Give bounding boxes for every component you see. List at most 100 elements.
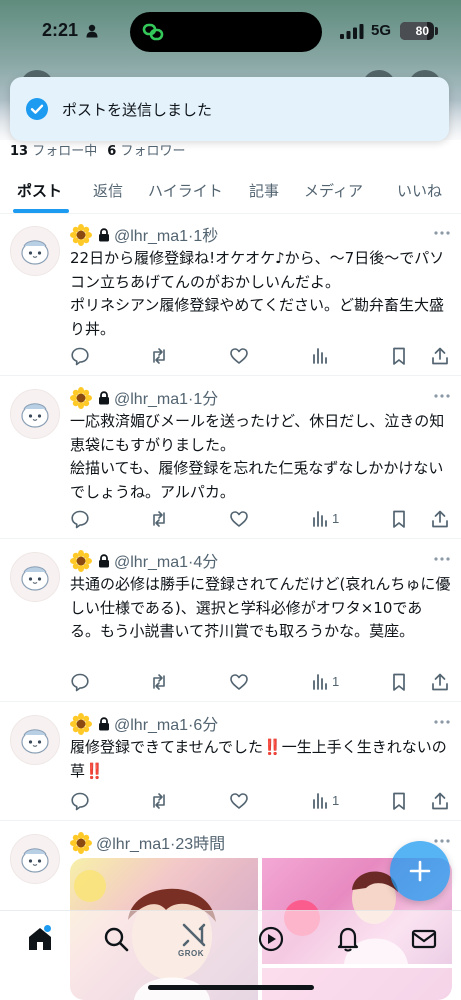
profile-tabs: ポスト 返信 ハイライト 記事 メディア いいね: [0, 170, 461, 214]
tab-posts[interactable]: ポスト: [17, 180, 62, 201]
following-count: 13: [10, 144, 29, 159]
post-time[interactable]: ·1分: [188, 391, 218, 408]
post-actions: 1: [70, 509, 455, 531]
sunflower-icon: [70, 387, 92, 409]
repost-icon[interactable]: [149, 509, 169, 529]
status-bar: 2:21 5G 80: [0, 0, 461, 62]
post-handle[interactable]: @lhr_ma1: [114, 554, 188, 571]
heart-icon[interactable]: [229, 672, 249, 692]
post-header: @lhr_ma1·6分: [70, 711, 218, 735]
dynamic-island: [130, 12, 322, 52]
post-time[interactable]: ·1秒: [188, 228, 218, 245]
post-handle[interactable]: @lhr_ma1: [114, 717, 188, 734]
heart-icon[interactable]: [229, 791, 249, 811]
more-icon[interactable]: [433, 719, 451, 725]
battery-tip: [435, 27, 438, 35]
post-handle[interactable]: @lhr_ma1: [96, 836, 170, 853]
followers-count: 6: [107, 144, 117, 159]
post-actions: [70, 346, 455, 368]
share-icon[interactable]: [430, 791, 450, 811]
post-text: 22日から履修登録ね!オケオケ♪から、〜7日後〜でパソコン立ちあげてんのがおかし…: [70, 249, 445, 338]
repost-icon[interactable]: [149, 346, 169, 366]
tab-media[interactable]: メディア: [304, 180, 363, 201]
reply-icon[interactable]: [70, 672, 90, 692]
share-icon[interactable]: [430, 509, 450, 529]
repost-icon[interactable]: [149, 672, 169, 692]
reply-icon[interactable]: [70, 509, 90, 529]
avatar[interactable]: [10, 389, 60, 439]
post-handle[interactable]: @lhr_ma1: [114, 228, 188, 245]
active-tab-indicator: [13, 209, 69, 213]
post-header: @lhr_ma1·1秒: [70, 222, 218, 246]
sunflower-icon: [70, 550, 92, 572]
sunflower-icon: [70, 832, 92, 854]
post-time[interactable]: ·4分: [188, 554, 218, 571]
bookmark-icon[interactable]: [389, 509, 409, 529]
heart-icon[interactable]: [229, 346, 249, 366]
lock-icon: [99, 391, 109, 405]
lock-icon: [99, 228, 109, 242]
avatar[interactable]: [10, 834, 60, 884]
post-time[interactable]: ·6分: [188, 717, 218, 734]
views-chart-icon[interactable]: [310, 509, 330, 529]
repost-icon[interactable]: [149, 791, 169, 811]
grok-icon[interactable]: [180, 921, 208, 949]
bell-icon[interactable]: [334, 925, 362, 953]
search-icon[interactable]: [102, 925, 130, 953]
more-icon[interactable]: [433, 838, 451, 844]
compose-button[interactable]: [390, 841, 450, 901]
battery-percent: 80: [415, 24, 429, 38]
bookmark-icon[interactable]: [389, 346, 409, 366]
tab-replies[interactable]: 返信: [93, 180, 123, 201]
more-icon[interactable]: [433, 393, 451, 399]
cellular-signal-icon: [340, 24, 364, 39]
views-chart-icon[interactable]: [310, 791, 330, 811]
post-handle[interactable]: @lhr_ma1: [114, 391, 188, 408]
network-type: 5G: [371, 22, 392, 39]
lock-icon: [99, 554, 109, 568]
heart-icon[interactable]: [229, 509, 249, 529]
views-count: 1: [332, 793, 340, 808]
views-chart-icon[interactable]: [310, 346, 330, 366]
views-count: 1: [332, 674, 340, 689]
reply-icon[interactable]: [70, 346, 90, 366]
avatar[interactable]: [10, 226, 60, 276]
bookmark-icon[interactable]: [389, 672, 409, 692]
post[interactable]: @lhr_ma1·1分一応救済媚びメールを送ったけど、休日だし、泣きの知恵袋にも…: [0, 377, 461, 539]
post-text: 履修登録できてませんでした‼️一生上手く生きれないの草‼️: [70, 738, 447, 780]
share-icon[interactable]: [430, 346, 450, 366]
reply-icon[interactable]: [70, 791, 90, 811]
battery-icon: 80: [400, 22, 434, 40]
post-actions: 1: [70, 791, 455, 813]
bookmark-icon[interactable]: [389, 791, 409, 811]
avatar-mascot-icon: [21, 729, 49, 754]
notification-dot: [44, 925, 51, 932]
avatar[interactable]: [10, 552, 60, 602]
followers-link[interactable]: 6 フォロワー: [107, 144, 185, 159]
post-header: @lhr_ma1·4分: [70, 548, 218, 572]
post[interactable]: @lhr_ma1·4分 共通の必修は勝手に登録されてんだけど(哀れんちゅに優しい仕…: [0, 540, 461, 702]
video-play-icon[interactable]: [257, 925, 285, 953]
more-icon[interactable]: [433, 556, 451, 562]
tab-highlights[interactable]: ハイライト: [148, 180, 223, 201]
views-chart-icon[interactable]: [310, 672, 330, 692]
post[interactable]: @lhr_ma1·6分履修登録できてませんでした‼️一生上手く生きれないの草‼️…: [0, 703, 461, 821]
followers-label: フォロワー: [120, 144, 186, 159]
post-time[interactable]: ·23時間: [170, 836, 225, 853]
post-text: 一応救済媚びメールを送ったけど、休日だし、泣きの知恵袋にもすがりました。 絵描い…: [70, 412, 445, 501]
sent-toast: ポストを送信しました: [10, 77, 449, 141]
avatar-mascot-icon: [21, 848, 49, 873]
link-icon: [142, 23, 164, 41]
avatar[interactable]: [10, 715, 60, 765]
sunflower-icon: [70, 224, 92, 246]
check-circle-icon: [26, 98, 48, 120]
tab-likes[interactable]: いいね: [397, 180, 442, 201]
share-icon[interactable]: [430, 672, 450, 692]
post-actions: 1: [70, 672, 455, 694]
following-link[interactable]: 13 フォロー中: [10, 144, 97, 159]
post[interactable]: @lhr_ma1·1秒 22日から履修登録ね!オケオケ♪から、〜7日後〜でパソコン…: [0, 214, 461, 376]
more-icon[interactable]: [433, 230, 451, 236]
avatar-mascot-icon: [21, 240, 49, 265]
tab-articles[interactable]: 記事: [249, 180, 279, 201]
mail-icon[interactable]: [410, 925, 438, 953]
